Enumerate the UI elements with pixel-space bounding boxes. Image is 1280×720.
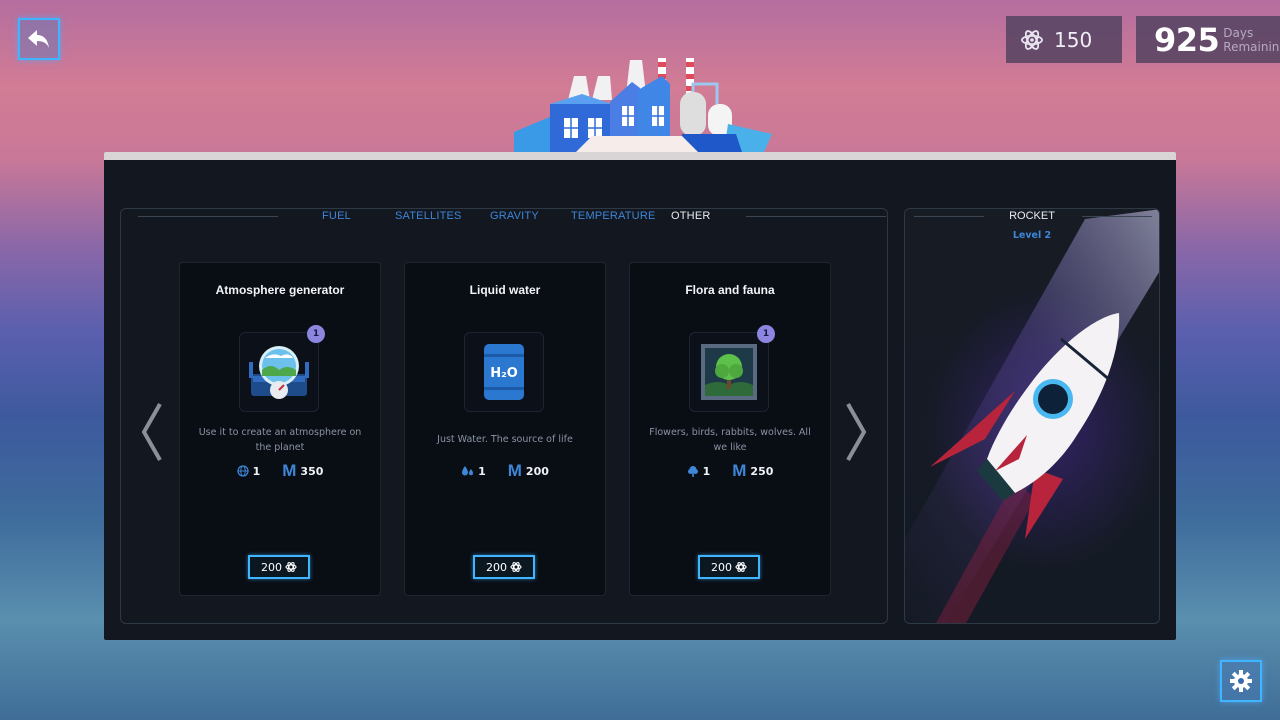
atom-icon bbox=[510, 561, 522, 573]
upgrade-panel: FUEL SATELLITES GRAVITY TEMPERATURE OTHE… bbox=[104, 152, 1176, 640]
mass-icon: M bbox=[282, 461, 297, 480]
tab-satellites[interactable]: SATELLITES bbox=[395, 210, 462, 222]
stat-tree: 1 bbox=[687, 465, 710, 478]
atom-counter: 150 bbox=[1006, 16, 1122, 63]
tree-icon bbox=[687, 466, 698, 477]
atom-icon bbox=[735, 561, 747, 573]
flora-icon bbox=[701, 344, 757, 400]
atom-icon bbox=[285, 561, 297, 573]
card-atmosphere-generator[interactable]: Atmosphere generator 1 Use it to create … bbox=[179, 262, 381, 596]
gear-icon bbox=[1230, 670, 1252, 692]
tab-fuel[interactable]: FUEL bbox=[322, 210, 351, 222]
water-barrel-icon: H₂O bbox=[484, 344, 524, 400]
water-barrel-label: H₂O bbox=[490, 366, 518, 381]
atom-count: 150 bbox=[1054, 27, 1093, 52]
buy-button[interactable]: 200 bbox=[698, 555, 760, 579]
level-badge: 1 bbox=[757, 325, 775, 343]
tab-other[interactable]: OTHER bbox=[671, 210, 711, 222]
item-icon-slot bbox=[689, 332, 769, 412]
back-arrow-icon bbox=[28, 30, 49, 48]
back-button[interactable] bbox=[18, 18, 60, 60]
days-label: Days Remaining bbox=[1223, 25, 1280, 54]
tab-divider-left bbox=[138, 216, 278, 217]
card-title: Liquid water bbox=[469, 283, 541, 297]
globe-icon bbox=[236, 465, 249, 477]
water-drops-icon bbox=[462, 466, 474, 476]
tab-temperature[interactable]: TEMPERATURE bbox=[571, 210, 656, 222]
card-title: Atmosphere generator bbox=[215, 283, 345, 297]
stat-water: 1 bbox=[461, 465, 486, 478]
previous-arrow-icon[interactable] bbox=[138, 400, 166, 464]
next-arrow-icon[interactable] bbox=[842, 400, 870, 464]
stat-mass: M 350 bbox=[282, 461, 324, 480]
card-stats: 1 M 200 bbox=[405, 461, 605, 481]
stat-mass: M 200 bbox=[507, 461, 549, 480]
rocket-title: ROCKET bbox=[1009, 210, 1055, 222]
mass-icon: M bbox=[732, 461, 747, 480]
factory-illustration bbox=[514, 58, 772, 152]
atmosphere-generator-icon bbox=[249, 346, 309, 399]
tab-gravity[interactable]: GRAVITY bbox=[490, 210, 539, 222]
card-title: Flora and fauna bbox=[685, 283, 775, 297]
settings-button[interactable] bbox=[1220, 660, 1262, 702]
card-description: Flowers, birds, rabbits, wolves. All we … bbox=[649, 427, 811, 453]
mass-icon: M bbox=[507, 461, 522, 480]
card-description: Use it to create an atmosphere on the pl… bbox=[198, 427, 362, 453]
days-value: 925 bbox=[1154, 20, 1220, 59]
card-stats: 1 M 250 bbox=[630, 461, 830, 481]
item-icon-slot: H₂O bbox=[464, 332, 544, 412]
item-icon-slot bbox=[239, 332, 319, 412]
rocket-frame bbox=[904, 208, 1160, 624]
card-description: Just Water. The source of life bbox=[437, 434, 573, 445]
level-badge: 1 bbox=[307, 325, 325, 343]
buy-button[interactable]: 200 bbox=[248, 555, 310, 579]
buy-button[interactable]: 200 bbox=[473, 555, 535, 579]
rocket-illustration bbox=[905, 209, 1159, 623]
stat-globe: 1 bbox=[236, 465, 260, 478]
days-remaining: 925 Days Remaining bbox=[1136, 16, 1280, 63]
stat-mass: M 250 bbox=[732, 461, 774, 480]
tab-divider-right bbox=[746, 216, 886, 217]
rocket-level: Level 2 bbox=[1012, 230, 1052, 241]
card-stats: 1 M 350 bbox=[180, 461, 380, 481]
atom-icon bbox=[1021, 29, 1043, 50]
card-flora-and-fauna[interactable]: Flora and fauna 1 Flowers, birds, rabbit… bbox=[629, 262, 831, 596]
card-liquid-water[interactable]: Liquid water H₂O Just Water. The source … bbox=[404, 262, 606, 596]
